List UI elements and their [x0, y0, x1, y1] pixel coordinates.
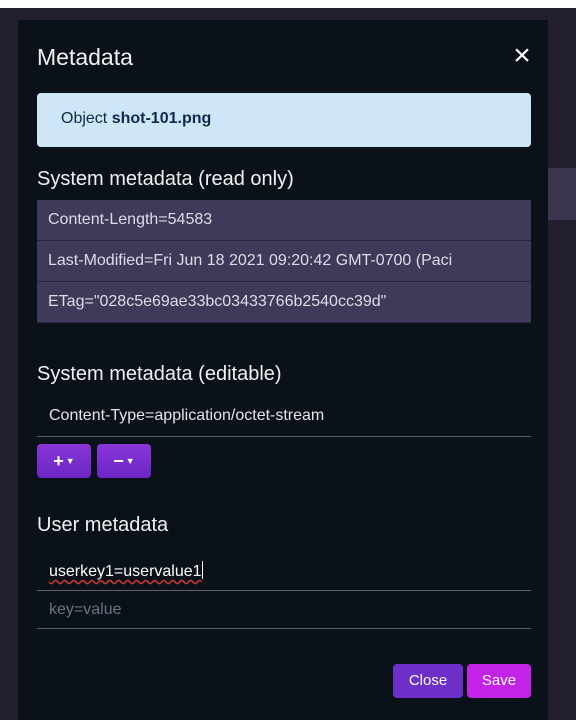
plus-icon: +: [53, 451, 64, 471]
system-readonly-list: Content-Length=54583 Last-Modified=Fri J…: [37, 200, 531, 323]
dialog-title: Metadata: [37, 44, 133, 70]
caret-down-icon: ▼: [65, 456, 75, 466]
close-icon[interactable]: ×: [510, 41, 534, 71]
system-readonly-row: ETag="028c5e69ae33bc03433766b2540cc39d": [37, 282, 531, 323]
system-readonly-title: System metadata (read only): [37, 168, 294, 190]
object-prefix: Object: [61, 110, 108, 127]
object-name: shot-101.png: [111, 110, 212, 127]
user-metadata-entry-field[interactable]: userkey1=uservalue1: [37, 555, 531, 591]
user-metadata-new-field[interactable]: key=value: [37, 593, 531, 629]
system-editable-field[interactable]: Content-Type=application/octet-stream: [37, 398, 531, 437]
remove-metadata-button[interactable]: − ▼: [97, 444, 151, 478]
minus-icon: −: [113, 451, 124, 471]
add-metadata-button[interactable]: + ▼: [37, 444, 91, 478]
system-readonly-row: Content-Length=54583: [37, 200, 531, 241]
user-metadata-placeholder: key=value: [49, 601, 122, 618]
background-panel-strip: [548, 168, 576, 220]
caret-down-icon: ▼: [125, 456, 135, 466]
text-cursor: [201, 561, 203, 579]
save-button[interactable]: Save: [467, 664, 531, 698]
user-metadata-entry-value: userkey1=uservalue1: [49, 563, 202, 580]
object-info-banner: Object shot-101.png: [37, 93, 531, 147]
system-readonly-row: Last-Modified=Fri Jun 18 2021 09:20:42 G…: [37, 241, 531, 282]
system-editable-title: System metadata (editable): [37, 363, 282, 385]
close-button[interactable]: Close: [393, 664, 463, 698]
metadata-dialog: Metadata × Object shot-101.png System me…: [18, 20, 548, 720]
user-metadata-title: User metadata: [37, 514, 169, 536]
